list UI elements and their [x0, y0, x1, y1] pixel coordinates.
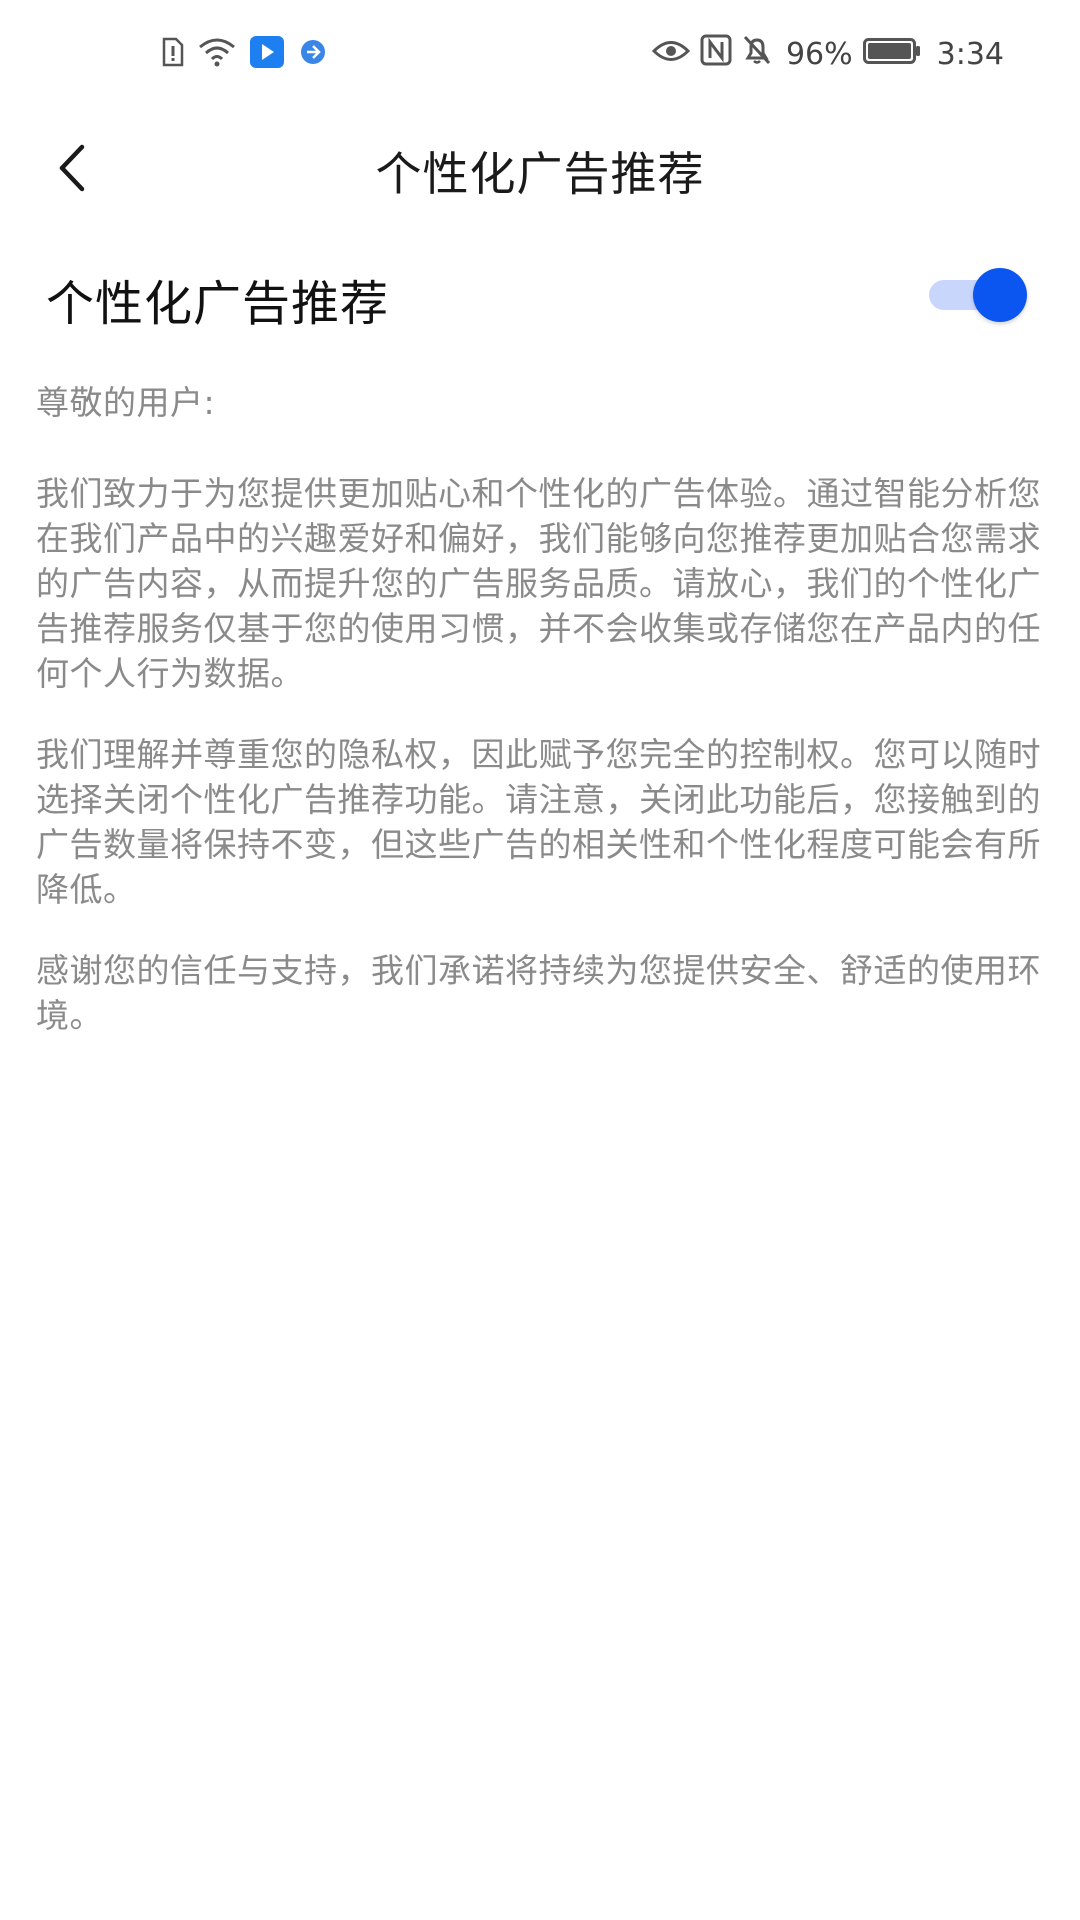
eye-icon: [651, 37, 691, 72]
sim-alert-icon: [160, 37, 184, 71]
battery-percent: 96%: [785, 36, 853, 72]
description-text: 尊敬的用户: 我们致力于为您提供更加贴心和个性化的广告体验。通过智能分析您在我们…: [36, 380, 1046, 1074]
personalized-ads-setting-row: 个性化广告推荐: [0, 238, 1080, 348]
setting-label: 个性化广告推荐: [46, 276, 390, 332]
wifi-icon: [198, 37, 236, 71]
paragraph-intro: 我们致力于为您提供更加贴心和个性化的广告体验。通过智能分析您在我们产品中的兴趣爱…: [36, 474, 1041, 693]
nfc-icon: [700, 34, 732, 74]
status-bar: 96% 3:34: [0, 0, 1080, 110]
status-left-icons: [160, 36, 328, 72]
battery-icon: [862, 37, 921, 72]
clock-time: 3:34: [936, 36, 1004, 72]
greeting-text: 尊敬的用户:: [36, 383, 216, 422]
paragraph-privacy: 我们理解并尊重您的隐私权，因此赋予您完全的控制权。您可以随时选择关闭个性化广告推…: [36, 735, 1041, 909]
mute-bell-icon: [742, 34, 772, 74]
status-right-icons: 96% 3:34: [651, 34, 1004, 74]
paragraph-thanks: 感谢您的信任与支持，我们承诺将持续为您提供安全、舒适的使用环境。: [36, 951, 1041, 1035]
page-title: 个性化广告推荐: [375, 147, 705, 201]
toggle-thumb: [973, 268, 1027, 322]
personalized-ads-toggle[interactable]: [927, 266, 1027, 322]
app-circle-icon: [298, 37, 328, 71]
app-play-icon: [250, 36, 284, 72]
top-nav-bar: 个性化广告推荐: [0, 110, 1080, 238]
